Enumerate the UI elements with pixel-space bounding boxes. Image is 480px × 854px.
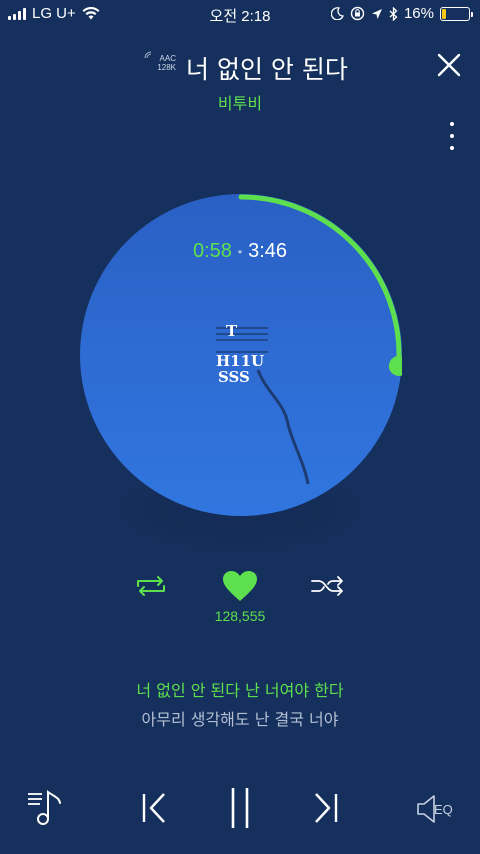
status-right: 16% [330, 5, 473, 22]
like-count: 128,555 [214, 608, 266, 624]
close-icon[interactable] [436, 52, 462, 78]
status-bar: LG U+ 오전 2:18 16% [0, 0, 480, 28]
next-icon[interactable] [312, 792, 340, 824]
playlist-icon[interactable] [26, 788, 66, 828]
artist-name[interactable]: 비투비 [0, 90, 480, 114]
shuffle-icon[interactable] [310, 574, 346, 598]
album-art-line-3: SSS [218, 368, 250, 386]
lyric-next-line[interactable]: 아무리 생각해도 난 결국 너야 [0, 706, 480, 730]
location-icon [371, 8, 382, 19]
bluetooth-icon [389, 6, 398, 21]
audio-quality-badge: AAC 128K [144, 51, 176, 72]
heart-icon[interactable] [222, 570, 258, 602]
previous-icon[interactable] [140, 792, 168, 824]
repeat-icon[interactable] [134, 574, 168, 598]
battery-icon [440, 6, 473, 21]
total-time: 3:46 [248, 240, 288, 262]
album-art-line-1: T [226, 322, 238, 340]
speaker-icon [417, 795, 435, 823]
playback-time: 0:58 • 3:46 [0, 240, 480, 263]
battery-percent: 16% [403, 5, 434, 22]
audio-wave-icon [144, 51, 152, 59]
battery-fill [442, 8, 447, 19]
elapsed-time: 0:58 [192, 240, 232, 262]
bitrate-label: 128K [157, 63, 176, 72]
moon-icon [330, 7, 344, 20]
bottom-controls: EQ [0, 780, 480, 836]
track-header: AAC 128K 너 없인 안 된다 비투비 [0, 44, 480, 114]
lyric-current-line[interactable]: 너 없인 안 된다 난 너여야 한다 [0, 677, 480, 701]
song-title: 너 없인 안 된다 [186, 55, 348, 84]
time-separator: • [237, 244, 243, 259]
more-options-icon[interactable] [448, 122, 456, 150]
equalizer-button[interactable]: EQ [416, 794, 464, 824]
rotation-lock-icon [350, 6, 365, 21]
pause-icon[interactable] [228, 786, 252, 830]
eq-label: EQ [434, 802, 453, 817]
